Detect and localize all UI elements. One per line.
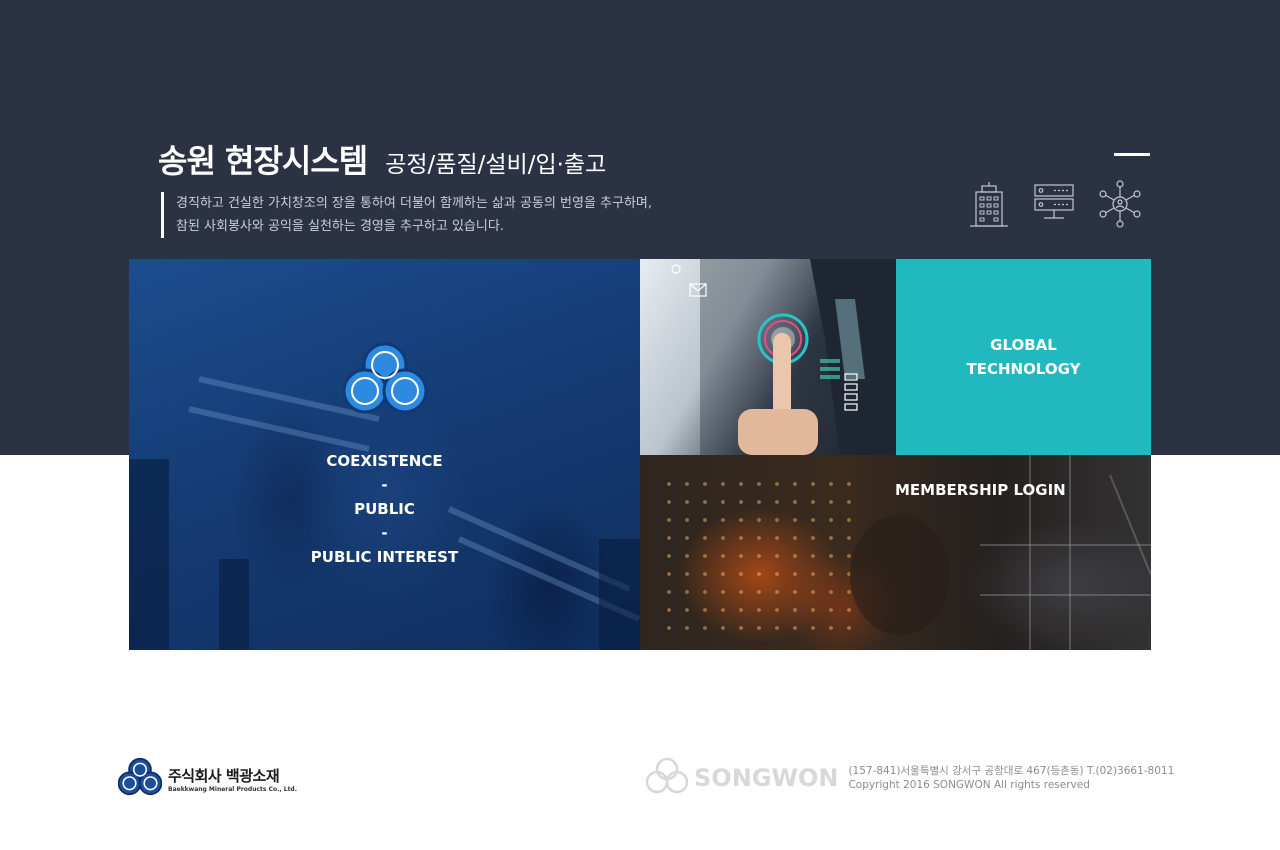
company-name-en: Baekkwang Mineral Products Co., Ltd. bbox=[168, 786, 298, 793]
title-main: 송원 현장시스템 bbox=[158, 142, 368, 180]
footer-text: (157-841)서울특별시 강서구 공항대로 467(등촌동) T.(02)3… bbox=[848, 764, 1174, 792]
separator: - bbox=[381, 476, 388, 494]
footer-info-block: SONGWON (157-841)서울특별시 강서구 공항대로 467(등촌동)… bbox=[645, 756, 1174, 800]
footer-copyright: Copyright 2016 SONGWON All rights reserv… bbox=[848, 779, 1090, 791]
touch-interface-illustration bbox=[671, 259, 896, 455]
footer-address: (157-841)서울특별시 강서구 공항대로 467(등촌동) T.(02)3… bbox=[848, 765, 1175, 777]
menu-dash[interactable] bbox=[1114, 153, 1150, 156]
songwon-logo-icon bbox=[342, 341, 428, 421]
songwon-wordmark: SONGWON bbox=[694, 764, 839, 792]
baekkwang-logo: 주식회사 백광소재 Baekkwang Mineral Products Co.… bbox=[117, 754, 314, 804]
header-icons bbox=[968, 180, 1142, 228]
baekkwang-logo-icon bbox=[117, 757, 163, 801]
technology-image-tile[interactable] bbox=[640, 259, 896, 455]
coexistence-label: COEXISTENCE bbox=[326, 452, 443, 470]
coexistence-tile[interactable]: COEXISTENCE - PUBLIC - PUBLIC INTEREST bbox=[129, 259, 640, 650]
membership-login-link[interactable]: MEMBERSHIP LOGIN bbox=[895, 481, 1066, 499]
songwon-footer-logo-icon bbox=[645, 756, 689, 800]
company-name-block: 주식회사 백광소재 Baekkwang Mineral Products Co.… bbox=[168, 765, 297, 793]
technology-label: TECHNOLOGY bbox=[966, 360, 1081, 378]
building-icon[interactable] bbox=[968, 180, 1010, 228]
global-technology-text: GLOBAL TECHNOLOGY bbox=[896, 333, 1151, 381]
page-title: 송원 현장시스템 공정/품질/설비/입·출고 bbox=[158, 136, 606, 182]
coexistence-text: COEXISTENCE - PUBLIC - PUBLIC INTEREST bbox=[129, 449, 640, 569]
global-label: GLOBAL bbox=[990, 336, 1057, 354]
global-technology-tile[interactable]: GLOBAL TECHNOLOGY bbox=[896, 259, 1151, 455]
membership-login-tile[interactable]: MEMBERSHIP LOGIN bbox=[640, 455, 1151, 650]
tagline: 경직하고 건실한 가치창조의 장을 통하여 더불어 함께하는 삶과 공동의 번영… bbox=[161, 192, 652, 238]
company-name-ko: 주식회사 백광소재 bbox=[168, 767, 280, 785]
tagline-line-2: 참된 사회봉사와 공익을 실천하는 경영을 추구하고 있습니다. bbox=[176, 219, 504, 234]
title-sub: 공정/품질/설비/입·출고 bbox=[385, 152, 607, 178]
tagline-line-1: 경직하고 건실한 가치창조의 장을 통하여 더불어 함께하는 삶과 공동의 번영… bbox=[176, 196, 653, 211]
public-label: PUBLIC bbox=[354, 500, 415, 518]
public-interest-label: PUBLIC INTEREST bbox=[310, 548, 459, 566]
separator: - bbox=[381, 524, 388, 542]
network-icon[interactable] bbox=[1098, 180, 1142, 228]
server-icon[interactable] bbox=[1032, 180, 1076, 228]
